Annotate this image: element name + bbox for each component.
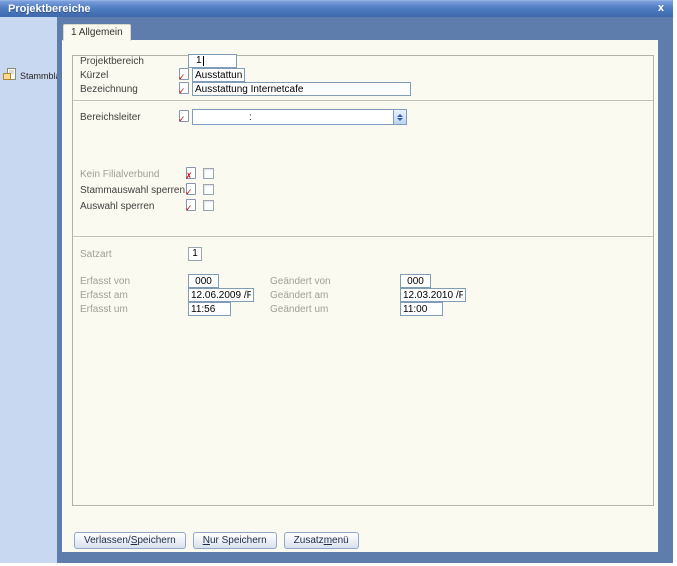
erfasst-um-label: Erfasst um	[80, 304, 128, 315]
required-check-icon: ✓	[186, 183, 196, 195]
window-titlebar[interactable]: Projektbereiche x	[0, 0, 673, 17]
zusatzmenu-button[interactable]: Zusatzmenü	[284, 532, 359, 549]
text-caret	[203, 56, 204, 66]
required-check-icon: ✓	[179, 82, 189, 94]
bezeichnung-label: Bezeichnung	[80, 84, 138, 95]
satzart-value-box: 1	[188, 247, 202, 261]
auswahl-sperren-checkbox[interactable]	[203, 200, 214, 211]
projektbereich-value: 1	[196, 55, 202, 67]
tab-allgemein[interactable]: 1 Allgemein	[63, 24, 131, 41]
projektbereich-input[interactable]: 1	[188, 54, 237, 68]
satzart-label: Satzart	[80, 249, 112, 260]
sidebar-item-stammblatt[interactable]: Stammblatt	[0, 68, 57, 83]
required-check-icon: ✓	[186, 199, 196, 211]
nur-speichern-button[interactable]: Nur Speichern	[193, 532, 277, 549]
down-arrow-icon	[397, 118, 403, 121]
window-title: Projektbereiche	[0, 3, 91, 15]
kein-filialverbund-label: Kein Filialverbund	[80, 169, 160, 180]
stammauswahl-sperren-checkbox[interactable]	[203, 184, 214, 195]
bereichsleiter-label: Bereichsleiter	[80, 112, 141, 123]
kein-filialverbund-checkbox[interactable]	[203, 168, 214, 179]
separator	[73, 236, 653, 238]
kuerzel-input[interactable]	[192, 68, 245, 82]
separator	[73, 100, 653, 102]
kuerzel-label: Kürzel	[80, 70, 108, 81]
projektbereich-label: Projektbereich	[80, 56, 144, 67]
geaendert-am-label: Geändert am	[270, 290, 328, 301]
stammauswahl-sperren-label: Stammauswahl sperren	[80, 185, 185, 196]
erfasst-am-input[interactable]	[188, 288, 254, 302]
geaendert-um-input[interactable]	[400, 302, 443, 316]
close-icon[interactable]: x	[658, 2, 664, 14]
required-x-icon: ✗	[186, 167, 196, 179]
required-check-icon: ✓	[179, 110, 189, 122]
up-arrow-icon	[397, 114, 403, 117]
auswahl-sperren-label: Auswahl sperren	[80, 201, 154, 212]
erfasst-am-label: Erfasst am	[80, 290, 128, 301]
combo-dropdown-button[interactable]	[393, 110, 406, 124]
stammblatt-page-icon	[3, 68, 17, 83]
bezeichnung-input[interactable]	[192, 82, 411, 96]
tab-strip: 1 Allgemein Projektbereich 1 Kürzel ✓ Be…	[57, 17, 673, 563]
erfasst-von-input[interactable]	[188, 274, 219, 288]
bereichsleiter-value: :	[249, 112, 252, 123]
projektbereiche-window: Projektbereiche x Stammblatt 1 Allgemein…	[0, 0, 673, 563]
geaendert-von-input[interactable]	[400, 274, 431, 288]
tab-page-allgemein: Projektbereich 1 Kürzel ✓ Bezeichnung ✓ …	[62, 40, 658, 552]
required-check-icon: ✓	[179, 68, 189, 80]
erfasst-von-label: Erfasst von	[80, 276, 130, 287]
geaendert-am-input[interactable]	[400, 288, 466, 302]
geaendert-von-label: Geändert von	[270, 276, 331, 287]
button-row: Verlassen/Speichern Nur Speichern Zusatz…	[74, 532, 359, 549]
geaendert-um-label: Geändert um	[270, 304, 328, 315]
verlassen-speichern-button[interactable]: Verlassen/Speichern	[74, 532, 186, 549]
sidebar: Stammblatt	[0, 17, 57, 563]
erfasst-um-input[interactable]	[188, 302, 231, 316]
bereichsleiter-combobox[interactable]: :	[192, 109, 407, 125]
